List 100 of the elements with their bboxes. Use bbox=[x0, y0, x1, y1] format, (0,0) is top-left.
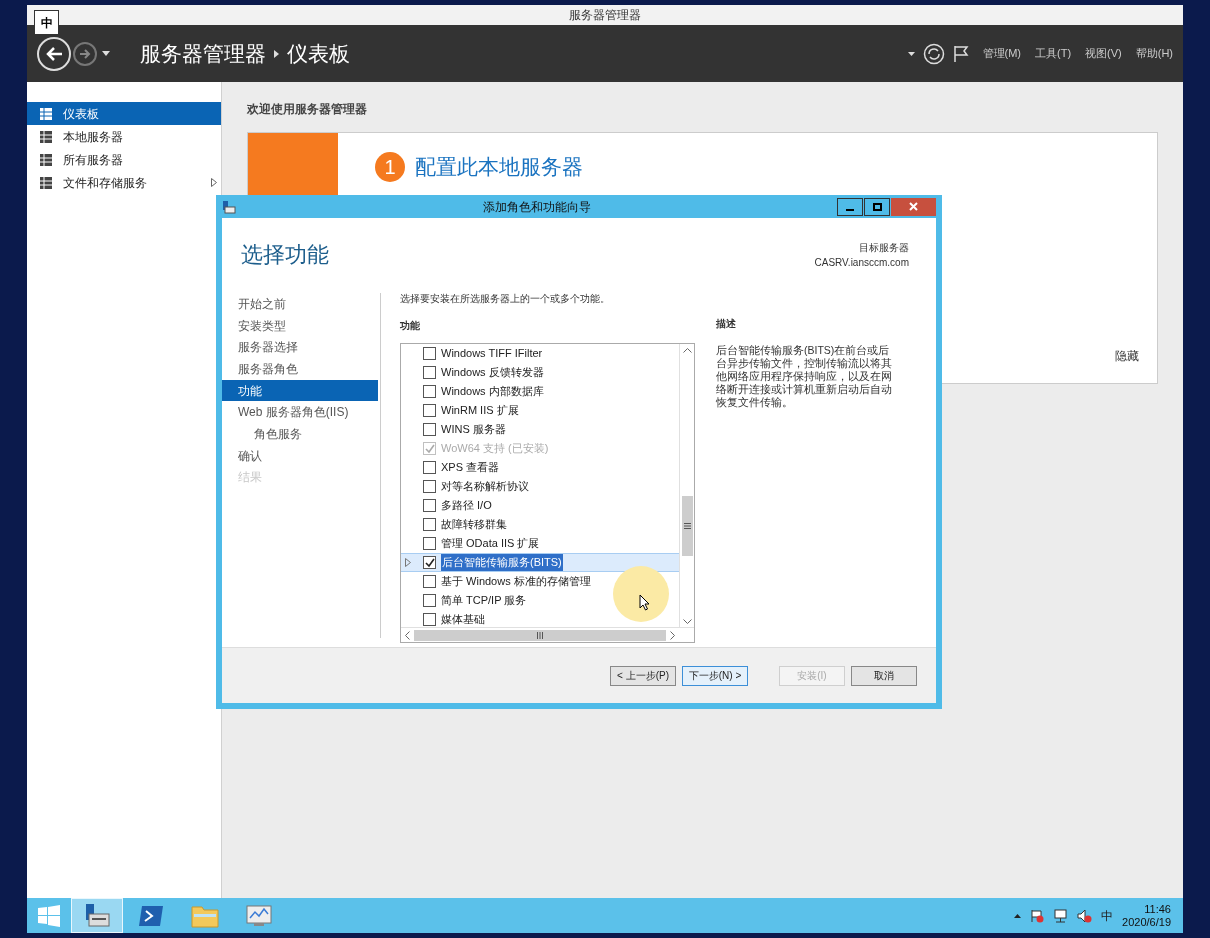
feature-label: WINS 服务器 bbox=[441, 422, 506, 438]
checkbox[interactable] bbox=[423, 518, 436, 531]
feature-row[interactable]: XPS 查看器 bbox=[401, 458, 679, 477]
checkbox[interactable] bbox=[423, 366, 436, 379]
chevron-right-icon[interactable] bbox=[670, 630, 675, 640]
grip-icon bbox=[683, 523, 691, 529]
minimize-button[interactable] bbox=[837, 197, 863, 216]
feature-label: WoW64 支持 (已安装) bbox=[441, 441, 549, 457]
caret-icon[interactable] bbox=[102, 51, 110, 56]
close-button[interactable] bbox=[891, 197, 936, 216]
feature-label: 故障转移群集 bbox=[441, 517, 507, 533]
expand-icon[interactable] bbox=[405, 558, 411, 567]
feature-row[interactable]: 多路径 I/O bbox=[401, 496, 679, 515]
checkbox[interactable] bbox=[423, 480, 436, 493]
ime-indicator: 中 bbox=[34, 10, 59, 35]
feature-row[interactable]: 对等名称解析协议 bbox=[401, 477, 679, 496]
wizard-button[interactable]: 取消 bbox=[851, 665, 917, 686]
horizontal-scrollbar[interactable] bbox=[401, 627, 694, 642]
feature-label: 后台智能传输服务(BITS) bbox=[441, 554, 563, 571]
grip-icon bbox=[537, 631, 543, 639]
wizard-step[interactable]: 开始之前 bbox=[222, 293, 378, 315]
clock-time: 11:46 bbox=[1144, 902, 1171, 916]
hide-link[interactable]: 隐藏 bbox=[1115, 347, 1139, 365]
menu-item[interactable]: 工具(T) bbox=[1035, 45, 1072, 62]
flag-icon[interactable] bbox=[1030, 908, 1045, 923]
checkbox[interactable] bbox=[423, 461, 436, 474]
feature-row[interactable]: Windows 内部数据库 bbox=[401, 382, 679, 401]
menu-item[interactable]: 帮助(H) bbox=[1135, 45, 1173, 62]
feature-row[interactable]: 简单 TCP/IP 服务 bbox=[401, 591, 679, 610]
feature-row[interactable]: WinRM IIS 扩展 bbox=[401, 401, 679, 420]
wizard-step[interactable]: 角色服务 bbox=[222, 423, 378, 445]
checkbox[interactable] bbox=[423, 556, 436, 569]
sidebar-item[interactable]: 文件和存储服务 bbox=[27, 171, 221, 194]
sidebar-label: 本地服务器 bbox=[63, 128, 123, 146]
target-server-name: CASRV.iansccm.com bbox=[814, 256, 909, 270]
checkbox[interactable] bbox=[423, 347, 436, 360]
caret-up-icon[interactable] bbox=[1014, 913, 1022, 918]
sidebar-item[interactable]: 仪表板 bbox=[27, 102, 221, 125]
sidebar-item[interactable]: 本地服务器 bbox=[27, 125, 221, 148]
feature-label: WinRM IIS 扩展 bbox=[441, 403, 519, 419]
breadcrumb-item[interactable]: 仪表板 bbox=[287, 37, 350, 70]
feature-label: Windows TIFF IFilter bbox=[441, 346, 543, 362]
scroll-thumb[interactable] bbox=[414, 629, 666, 641]
instruction-text: 选择要安装在所选服务器上的一个或多个功能。 bbox=[400, 292, 611, 306]
flag-icon[interactable] bbox=[952, 44, 969, 63]
page-heading: 选择功能 bbox=[241, 241, 329, 269]
checkbox[interactable] bbox=[423, 423, 436, 436]
step-link[interactable]: 配置此本地服务器 bbox=[415, 151, 583, 183]
feature-label: 对等名称解析协议 bbox=[441, 479, 529, 495]
mouse-pointer-icon bbox=[639, 594, 650, 611]
feature-label: 基于 Windows 标准的存储管理 bbox=[441, 574, 591, 590]
back-button[interactable] bbox=[37, 36, 71, 71]
chevron-up-icon[interactable] bbox=[682, 348, 692, 353]
checkmark-icon bbox=[424, 557, 435, 568]
windows-logo-icon bbox=[38, 904, 60, 927]
checkbox[interactable] bbox=[423, 594, 436, 607]
checkbox[interactable] bbox=[423, 499, 436, 512]
feature-row[interactable]: Windows 反馈转发器 bbox=[401, 363, 679, 382]
wizard-step[interactable]: 确认 bbox=[222, 444, 378, 467]
checkbox[interactable] bbox=[423, 575, 436, 588]
menu-item[interactable]: 管理(M) bbox=[982, 45, 1021, 62]
sidebar-item[interactable]: 所有服务器 bbox=[27, 148, 221, 171]
feature-row[interactable]: 故障转移群集 bbox=[401, 515, 679, 534]
maximize-button[interactable] bbox=[864, 197, 890, 216]
wizard-step[interactable]: 服务器选择 bbox=[222, 336, 378, 359]
breadcrumb-item[interactable]: 服务器管理器 bbox=[140, 37, 266, 70]
checkbox[interactable] bbox=[423, 613, 436, 626]
expand-icon[interactable] bbox=[211, 178, 217, 187]
ime-status[interactable]: 中 bbox=[1101, 906, 1114, 925]
feature-row[interactable]: WINS 服务器 bbox=[401, 420, 679, 439]
forward-button[interactable] bbox=[73, 41, 97, 66]
feature-row[interactable]: Windows TIFF IFilter bbox=[401, 344, 679, 363]
wizard-button[interactable]: 下一步(N) > bbox=[682, 665, 748, 686]
feature-row[interactable]: 媒体基础 bbox=[401, 610, 679, 627]
caret-icon[interactable] bbox=[907, 51, 915, 56]
scroll-thumb[interactable] bbox=[681, 496, 693, 556]
wizard-step[interactable]: 服务器角色 bbox=[222, 358, 378, 380]
menu-item[interactable]: 视图(V) bbox=[1085, 45, 1122, 62]
terminal-icon bbox=[138, 904, 164, 927]
speaker-muted-icon[interactable] bbox=[1077, 908, 1093, 923]
vertical-scrollbar[interactable] bbox=[679, 344, 694, 627]
wizard-step[interactable]: 功能 bbox=[222, 379, 378, 402]
feature-label: 多路径 I/O bbox=[441, 498, 492, 514]
feature-label: Windows 反馈转发器 bbox=[441, 365, 544, 381]
checkbox[interactable] bbox=[423, 537, 436, 550]
taskbar-app[interactable] bbox=[71, 898, 123, 933]
feature-row[interactable]: 后台智能传输服务(BITS) bbox=[401, 553, 679, 572]
description-text: 后台智能传输服务(BITS)在前台或后台异步传输文件，控制传输流以将其他网络应用程序保持响应，以及在网络断开连接或计算机重新启动后自动恢复文件传输。 bbox=[716, 344, 893, 409]
feature-row[interactable]: 管理 OData IIS 扩展 bbox=[401, 534, 679, 553]
chevron-left-icon[interactable] bbox=[405, 630, 410, 640]
description-heading: 描述 bbox=[716, 317, 737, 331]
wizard-step[interactable]: Web 服务器角色(IIS) bbox=[222, 401, 378, 424]
checkbox[interactable] bbox=[423, 385, 436, 398]
network-icon[interactable] bbox=[1053, 908, 1069, 923]
wizard-button[interactable]: < 上一步(P) bbox=[610, 665, 676, 686]
checkbox[interactable] bbox=[423, 404, 436, 417]
feature-row[interactable]: 基于 Windows 标准的存储管理 bbox=[401, 572, 679, 591]
chevron-down-icon[interactable] bbox=[682, 619, 692, 624]
refresh-icon[interactable] bbox=[922, 42, 945, 65]
wizard-step[interactable]: 安装类型 bbox=[222, 314, 378, 337]
